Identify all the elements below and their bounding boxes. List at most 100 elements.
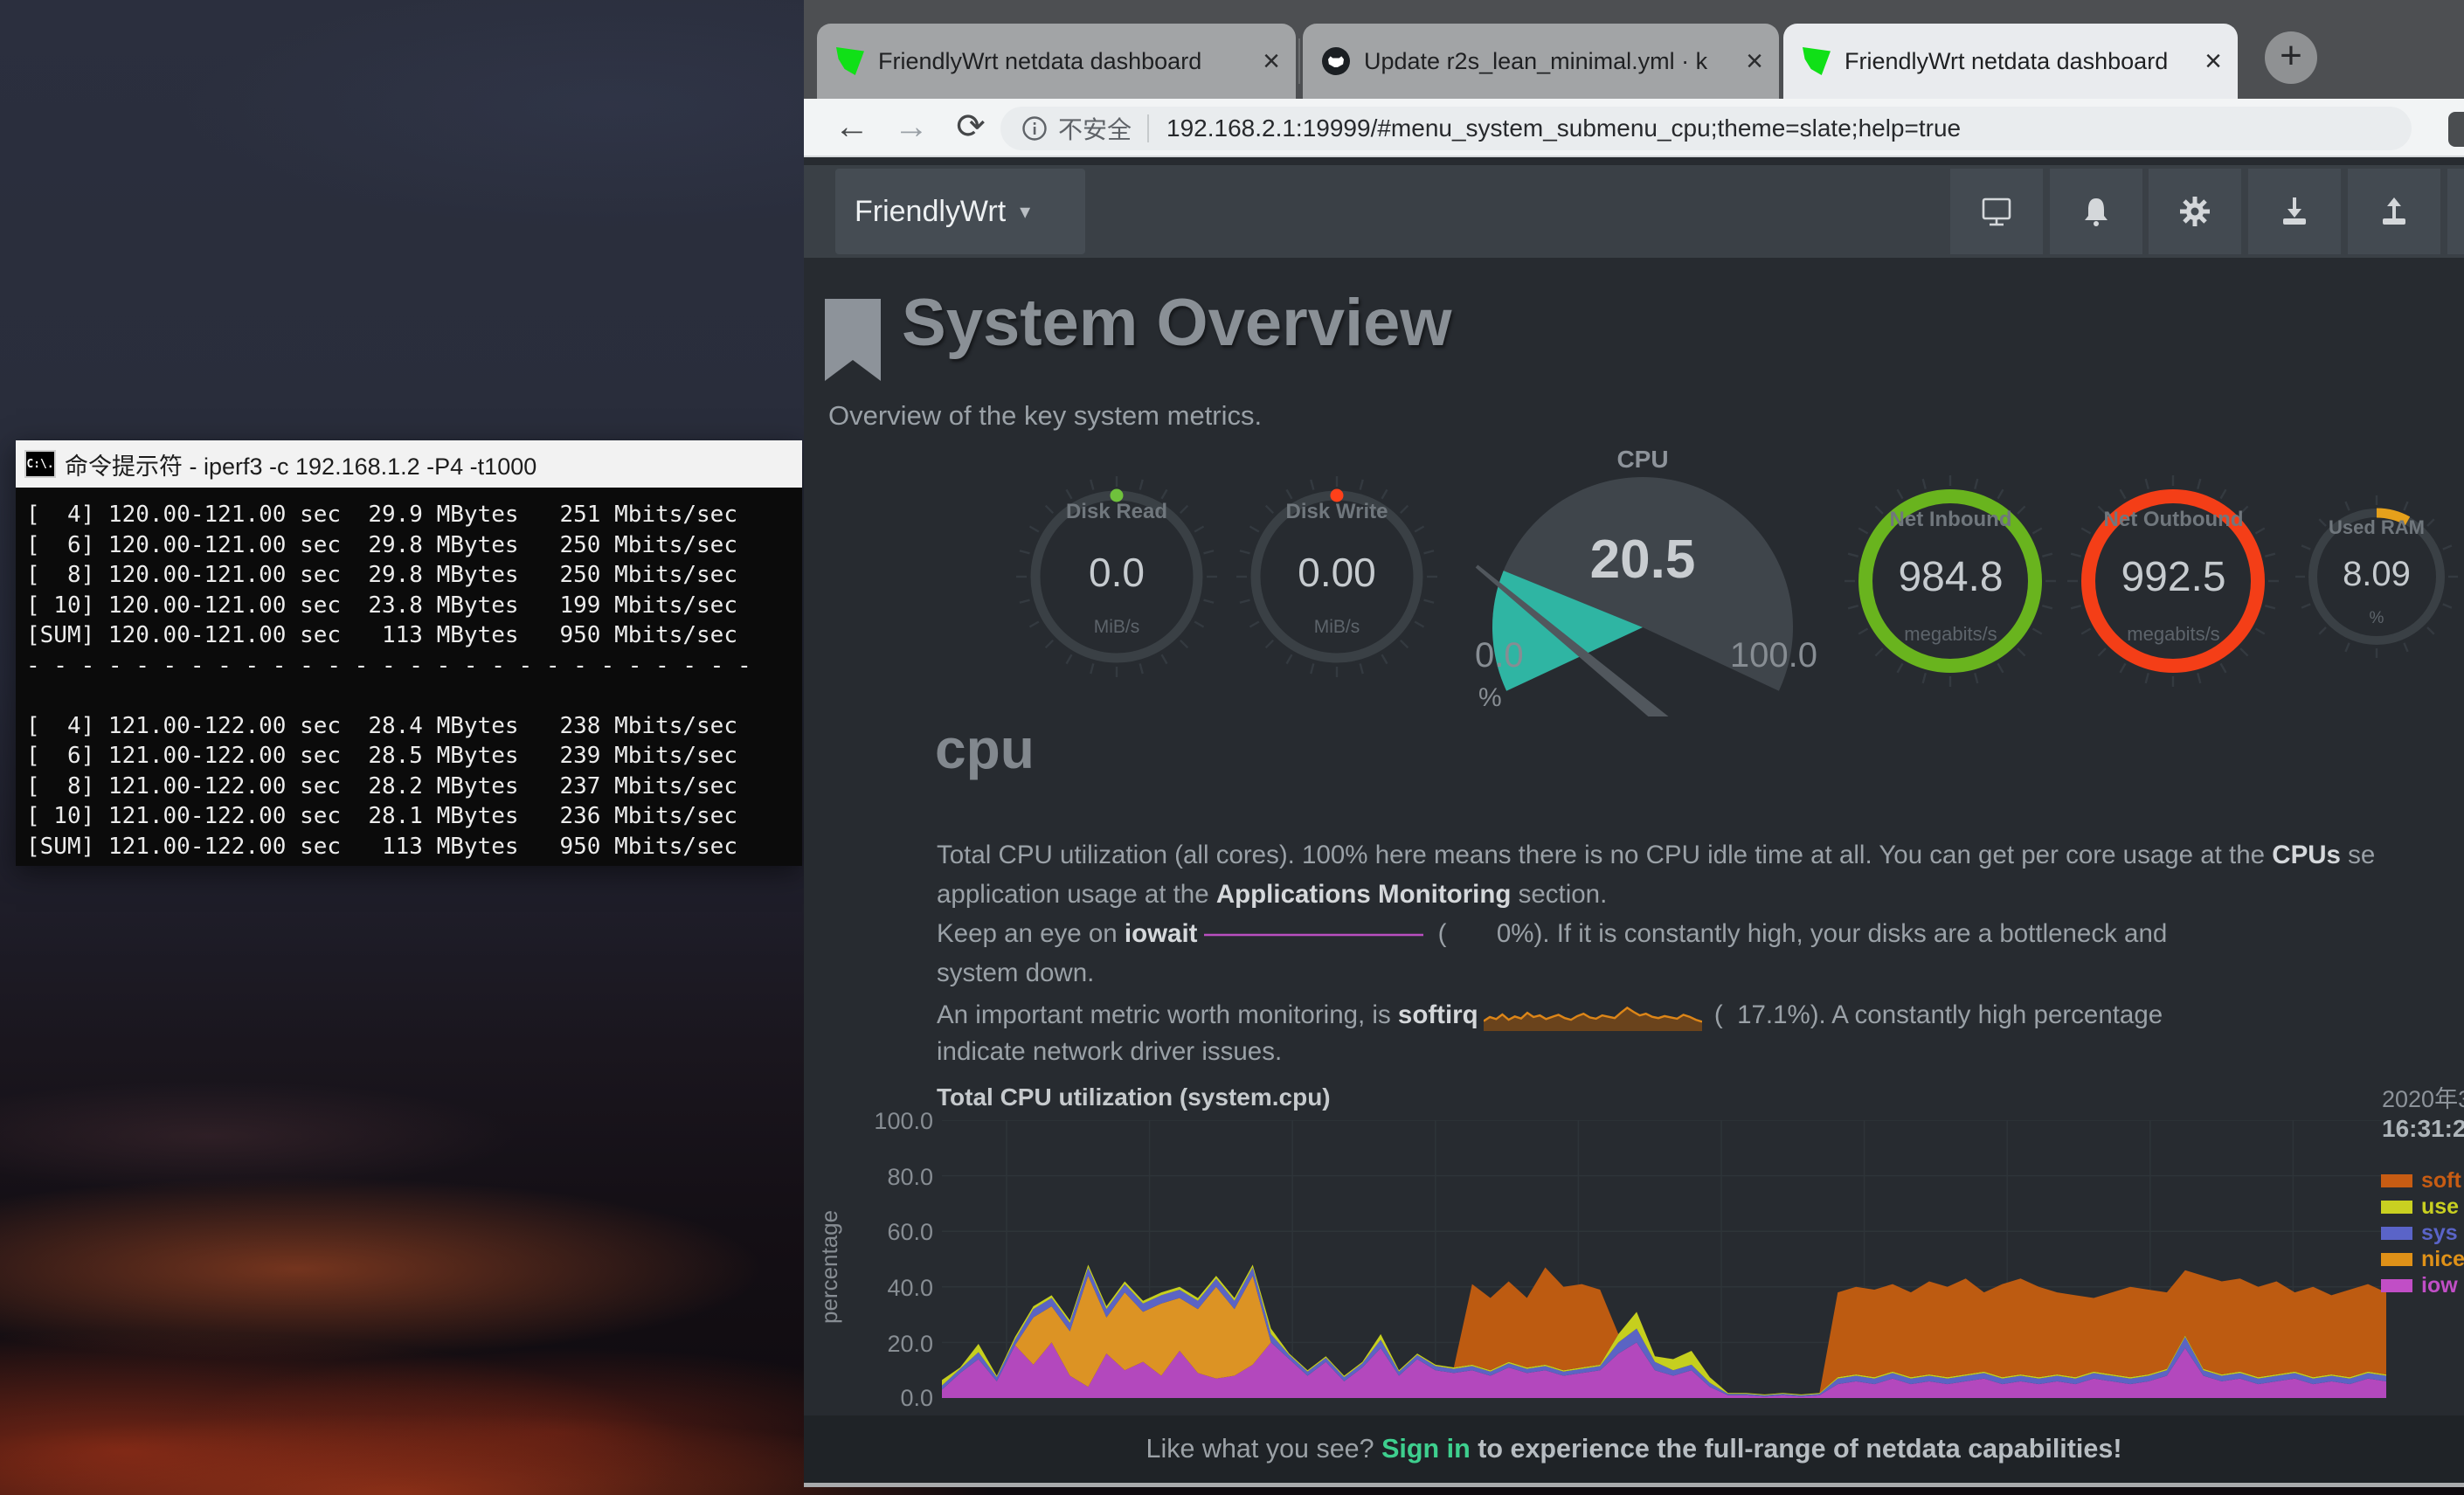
terminal-title: 命令提示符 - iperf3 -c 192.168.1.2 -P4 -t1000 xyxy=(65,447,536,481)
signin-banner: Like what you see? Sign in to experience… xyxy=(804,1415,2464,1483)
new-tab-button[interactable]: + xyxy=(2265,31,2317,84)
reload-button[interactable]: ⟳ xyxy=(947,104,994,151)
tab-close-icon[interactable]: × xyxy=(2204,48,2222,74)
gauge-value: 984.8 xyxy=(1835,553,2066,601)
gauge-value: 8.09 xyxy=(2285,555,2464,594)
text: ). If it is constantly high, your disks … xyxy=(1534,919,2168,948)
legend-item-system[interactable]: sys xyxy=(2381,1222,2458,1244)
gauge-cpu[interactable]: CPU 20.5 0.0 100.0 % xyxy=(1459,446,1826,716)
sign-in-link[interactable]: Sign in xyxy=(1381,1434,1471,1464)
softirq-sparkline-chart[interactable] xyxy=(1484,998,1702,1035)
cpu-paragraph-line: application usage at the Applications Mo… xyxy=(937,880,1607,910)
export-settings-button[interactable] xyxy=(2348,169,2440,254)
gauge-label: Disk Read xyxy=(1007,500,1227,524)
cpu-paragraph-line: Total CPU utilization (all cores). 100% … xyxy=(937,841,2375,870)
tab-netdata-2-active[interactable]: FriendlyWrt netdata dashboard × xyxy=(1783,24,2238,99)
alarms-button[interactable] xyxy=(2050,169,2142,254)
legend-item-user[interactable]: use xyxy=(2381,1195,2459,1218)
bookmark-icon xyxy=(825,299,881,381)
tab-close-icon[interactable]: × xyxy=(1263,48,1280,74)
address-bar[interactable]: 不安全 192.168.2.1:19999/#menu_system_subme… xyxy=(1000,107,2412,150)
github-favicon xyxy=(1322,47,1350,75)
tab-separator xyxy=(1298,38,1300,84)
gauge-net-inbound[interactable]: Net Inbound 984.8 megabits/s xyxy=(1835,450,2066,712)
terminal-line: [ 8] 121.00-122.00 sec 28.2 MBytes 237 M… xyxy=(26,772,802,802)
back-button[interactable]: ← xyxy=(828,104,876,151)
terminal-window[interactable]: C:\. 命令提示符 - iperf3 -c 192.168.1.2 -P4 -… xyxy=(16,440,802,866)
cpu-paragraph-line: An important metric worth monitoring, is… xyxy=(937,998,2163,1035)
terminal-line: [SUM] 120.00-121.00 sec 113 MBytes 950 M… xyxy=(26,620,802,651)
help-button-partial[interactable] xyxy=(2447,169,2464,254)
legend-swatch xyxy=(2381,1253,2412,1266)
gauge-disk-read[interactable]: Disk Read 0.0 MiB/s xyxy=(1007,446,1227,708)
page-subtitle: Overview of the key system metrics. xyxy=(828,400,1262,432)
legend-item-softirq[interactable]: soft xyxy=(2381,1169,2461,1192)
security-label[interactable]: 不安全 xyxy=(1058,111,1132,146)
gauge-unit: MiB/s xyxy=(1007,617,1227,638)
browser-toolbar: ← → ⟳ 不安全 192.168.2.1:19999/#menu_system… xyxy=(804,99,2464,157)
terminal-line xyxy=(26,681,802,711)
tab-github[interactable]: Update r2s_lean_minimal.yml · k × xyxy=(1303,24,1779,99)
chevron-down-icon: ▾ xyxy=(1020,199,1030,225)
gauge-net-outbound[interactable]: Net Outbound 992.5 megabits/s xyxy=(2058,450,2289,712)
terminal-output: [ 4] 120.00-121.00 sec 29.9 MBytes 251 M… xyxy=(16,488,802,866)
upload-icon xyxy=(2377,194,2412,229)
text: indicate network driver issues. xyxy=(937,1037,1282,1066)
text: system down. xyxy=(937,959,1094,987)
y-tick: 80.0 xyxy=(853,1164,933,1191)
gauge-label: Net Outbound xyxy=(2058,508,2289,532)
text: ( xyxy=(1430,919,1446,948)
legend-item-nice[interactable]: nice xyxy=(2381,1248,2464,1270)
legend-label: sys xyxy=(2421,1221,2458,1246)
netdata-favicon xyxy=(836,47,864,75)
gear-icon xyxy=(2177,194,2212,229)
terminal-line: [ 10] 120.00-121.00 sec 23.8 MBytes 199 … xyxy=(26,591,802,621)
gauge-disk-write[interactable]: Disk Write 0.00 MiB/s xyxy=(1227,446,1447,708)
terminal-line: [ 8] 120.00-121.00 sec 29.8 MBytes 250 M… xyxy=(26,560,802,591)
text: Keep an eye on xyxy=(937,919,1125,948)
gauge-label: Disk Write xyxy=(1227,500,1447,524)
legend-swatch xyxy=(2381,1201,2412,1214)
page-title: System Overview xyxy=(902,285,1452,361)
terminal-line: [ 4] 121.00-122.00 sec 28.4 MBytes 238 M… xyxy=(26,711,802,742)
netdata-favicon xyxy=(1803,47,1831,75)
iowait-value: 0% xyxy=(1447,919,1534,949)
legend-label: nice xyxy=(2421,1247,2464,1272)
terminal-line: - - - - - - - - - - - - - - - - - - - - … xyxy=(26,651,802,682)
text: se xyxy=(2341,841,2375,869)
bell-icon xyxy=(2079,194,2114,229)
cpu-paragraph-line: Keep an eye on iowait (0%). If it is con… xyxy=(937,919,2167,949)
text: Total CPU utilization (all cores). 100% … xyxy=(937,841,2272,869)
gauge-unit: % xyxy=(2285,609,2464,628)
cpus-link[interactable]: CPUs xyxy=(2272,841,2341,869)
browser-window: FriendlyWrt netdata dashboard × Update r… xyxy=(804,0,2464,1487)
y-tick: 20.0 xyxy=(853,1331,933,1358)
cpu-paragraph-line: system down. xyxy=(937,959,1094,988)
y-tick: 100.0 xyxy=(853,1108,933,1135)
legend-item-iowait[interactable]: iow xyxy=(2381,1274,2458,1297)
url-text[interactable]: 192.168.2.1:19999/#menu_system_submenu_c… xyxy=(1166,114,1961,142)
terminal-line: [ 6] 120.00-121.00 sec 29.8 MBytes 250 M… xyxy=(26,530,802,561)
legend-label: iow xyxy=(2421,1273,2458,1298)
legend-swatch xyxy=(2381,1174,2412,1187)
tab-close-icon[interactable]: × xyxy=(1746,48,1763,74)
gauge-used-ram[interactable]: Used RAM 8.09 % xyxy=(2285,467,2464,686)
host-selector[interactable]: FriendlyWrt ▾ xyxy=(835,169,1085,254)
extension-icon[interactable] xyxy=(2448,112,2464,147)
forward-button[interactable]: → xyxy=(888,104,935,151)
tab-title: Update r2s_lean_minimal.yml · k xyxy=(1364,48,1734,75)
info-icon[interactable] xyxy=(1021,115,1048,142)
terminal-titlebar[interactable]: C:\. 命令提示符 - iperf3 -c 192.168.1.2 -P4 -… xyxy=(16,440,802,488)
import-settings-button[interactable] xyxy=(2248,169,2341,254)
chart-time: 16:31:2 xyxy=(2382,1115,2464,1143)
text: ). A constantly high percentage xyxy=(1810,1000,2163,1029)
cpu-utilization-chart[interactable] xyxy=(942,1120,2386,1398)
text: application usage at the xyxy=(937,880,1216,909)
settings-button[interactable] xyxy=(2149,169,2241,254)
tab-netdata-1[interactable]: FriendlyWrt netdata dashboard × xyxy=(817,24,1296,99)
applications-monitoring-link[interactable]: Applications Monitoring xyxy=(1216,880,1512,909)
browser-window-edge xyxy=(804,1483,2464,1487)
iowait-sparkline-chart[interactable] xyxy=(1202,929,1425,941)
text: section. xyxy=(1511,880,1607,909)
print-dashboard-button[interactable] xyxy=(1950,169,2043,254)
